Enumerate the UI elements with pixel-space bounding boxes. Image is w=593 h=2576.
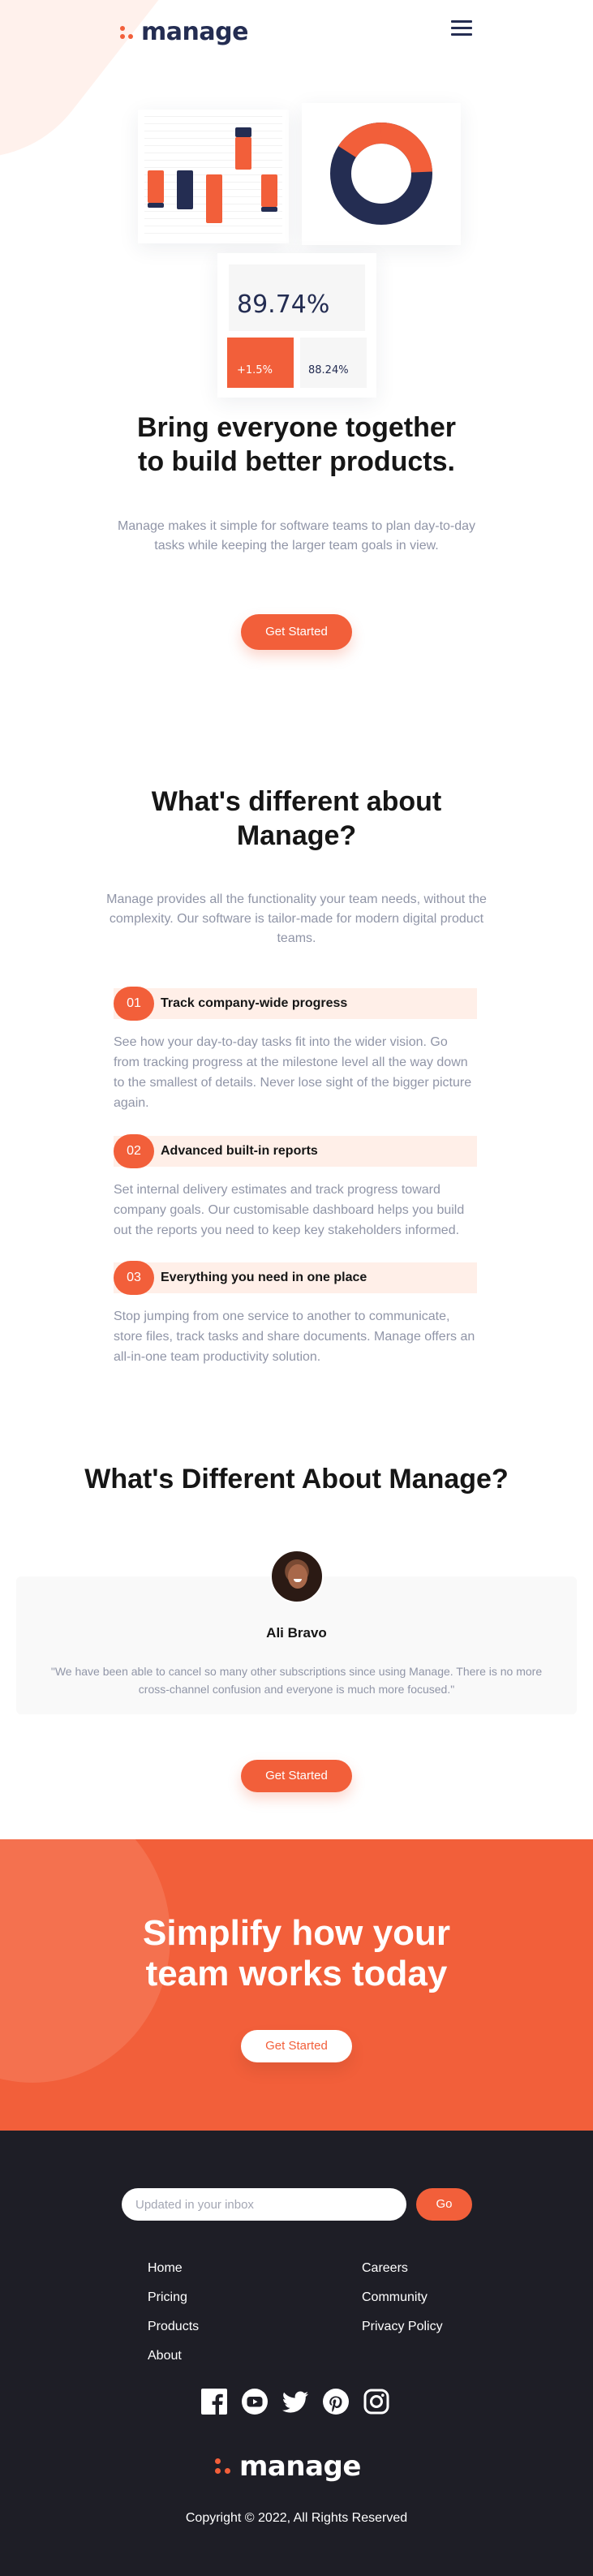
- chart-bar-shadow: [261, 207, 277, 212]
- logo-mark-icon: [120, 25, 133, 39]
- stat-small-box: 88.24%: [300, 338, 367, 388]
- testimonials-title: What's Different About Manage?: [84, 1464, 509, 1494]
- social-links: [200, 2388, 393, 2415]
- chart-bar: [235, 127, 251, 137]
- donut-accent-segment: [380, 122, 432, 174]
- footer-link-community[interactable]: Community: [362, 2290, 428, 2305]
- hamburger-menu-icon[interactable]: [451, 20, 472, 37]
- footer-logo[interactable]: manage: [215, 2450, 361, 2483]
- stat-big-value: 89.74%: [237, 290, 330, 319]
- feature-name: Advanced built-in reports: [161, 1144, 318, 1158]
- feature-number-badge: 03: [114, 1261, 154, 1295]
- pinterest-icon[interactable]: [322, 2388, 350, 2415]
- footer-link-home[interactable]: Home: [148, 2261, 183, 2276]
- footer: Go Home Pricing Products About Careers C…: [0, 2131, 593, 2576]
- hero-title: Bring everyone together to build better …: [0, 411, 593, 479]
- facebook-icon[interactable]: [200, 2388, 228, 2415]
- logo-text: manage: [141, 18, 248, 46]
- stat-change-value: +1.5%: [237, 364, 273, 376]
- feature-name: Everything you need in one place: [161, 1271, 367, 1284]
- footer-link-pricing[interactable]: Pricing: [148, 2290, 187, 2305]
- cta-title-line1: Simplify how your: [143, 1913, 450, 1953]
- feature-description: Set internal delivery estimates and trac…: [114, 1183, 465, 1237]
- chart-bar: [235, 137, 251, 170]
- footer-link-products[interactable]: Products: [148, 2320, 199, 2334]
- footer-logo-text: manage: [239, 2450, 361, 2483]
- footer-link-careers[interactable]: Careers: [362, 2261, 408, 2276]
- bar-chart-card: [138, 110, 289, 243]
- page: manage 89.74% +1.5% 88.24% Bring everyon…: [0, 0, 593, 2576]
- donut-chart: [330, 122, 432, 225]
- feature-item: 01 Track company-wide progress See how y…: [114, 987, 477, 1113]
- feature-item: 02 Advanced built-in reports Set interna…: [114, 1134, 477, 1241]
- testimonial-name: Ali Bravo: [266, 1625, 327, 1641]
- cta-section: Simplify how your team works today Get S…: [0, 1839, 593, 2131]
- feature-item: 03 Everything you need in one place Stop…: [114, 1261, 477, 1367]
- logo-mark-icon: [215, 2458, 231, 2475]
- chart-bar-shadow: [148, 203, 164, 208]
- features-title-line1: What's different about: [151, 786, 442, 817]
- cta-title-line2: team works today: [145, 1954, 448, 1993]
- features-subtitle: Manage provides all the functionality yo…: [106, 892, 487, 945]
- feature-description: Stop jumping from one service to another…: [114, 1310, 475, 1364]
- testimonials-get-started-button[interactable]: Get Started: [241, 1760, 352, 1792]
- footer-link-about[interactable]: About: [148, 2349, 182, 2363]
- avatar: [270, 1550, 324, 1603]
- feature-name: Track company-wide progress: [161, 996, 348, 1010]
- twitter-icon[interactable]: [281, 2388, 309, 2415]
- testimonial-quote: "We have been able to cancel so many oth…: [50, 1665, 543, 1696]
- youtube-icon[interactable]: [241, 2388, 269, 2415]
- hero-subtitle: Manage makes it simple for software team…: [117, 519, 476, 553]
- header: manage: [0, 0, 593, 65]
- hero-title-line2: to build better products.: [138, 446, 455, 477]
- feature-description: See how your day-to-day tasks fit into t…: [114, 1035, 472, 1110]
- stat-change-box: +1.5%: [227, 338, 294, 388]
- chart-bar: [148, 170, 164, 203]
- donut-chart-card: [302, 103, 461, 245]
- chart-bar: [177, 170, 193, 209]
- chart-bar: [206, 174, 222, 223]
- newsletter-email-input[interactable]: [122, 2188, 406, 2221]
- instagram-icon[interactable]: [363, 2388, 390, 2415]
- stat-small-value: 88.24%: [308, 364, 349, 376]
- features-title: What's different about Manage?: [0, 785, 593, 853]
- feature-header: 03 Everything you need in one place: [114, 1261, 477, 1295]
- footer-link-privacy-policy[interactable]: Privacy Policy: [362, 2320, 443, 2334]
- hero-title-line1: Bring everyone together: [137, 412, 456, 443]
- hero-get-started-button[interactable]: Get Started: [241, 614, 352, 650]
- logo[interactable]: manage: [120, 18, 248, 46]
- newsletter-go-button[interactable]: Go: [416, 2188, 472, 2221]
- copyright: Copyright © 2022, All Rights Reserved: [185, 2511, 408, 2525]
- feature-header: 02 Advanced built-in reports: [114, 1134, 477, 1168]
- cta-get-started-button[interactable]: Get Started: [241, 2030, 352, 2062]
- feature-number-badge: 02: [114, 1134, 154, 1168]
- cta-title: Simplify how your team works today: [0, 1913, 593, 1994]
- feature-header: 01 Track company-wide progress: [114, 987, 477, 1021]
- chart-bar: [261, 174, 277, 207]
- feature-number-badge: 01: [114, 987, 154, 1021]
- stats-card: 89.74% +1.5% 88.24%: [217, 253, 376, 398]
- features-title-line2: Manage?: [236, 820, 357, 851]
